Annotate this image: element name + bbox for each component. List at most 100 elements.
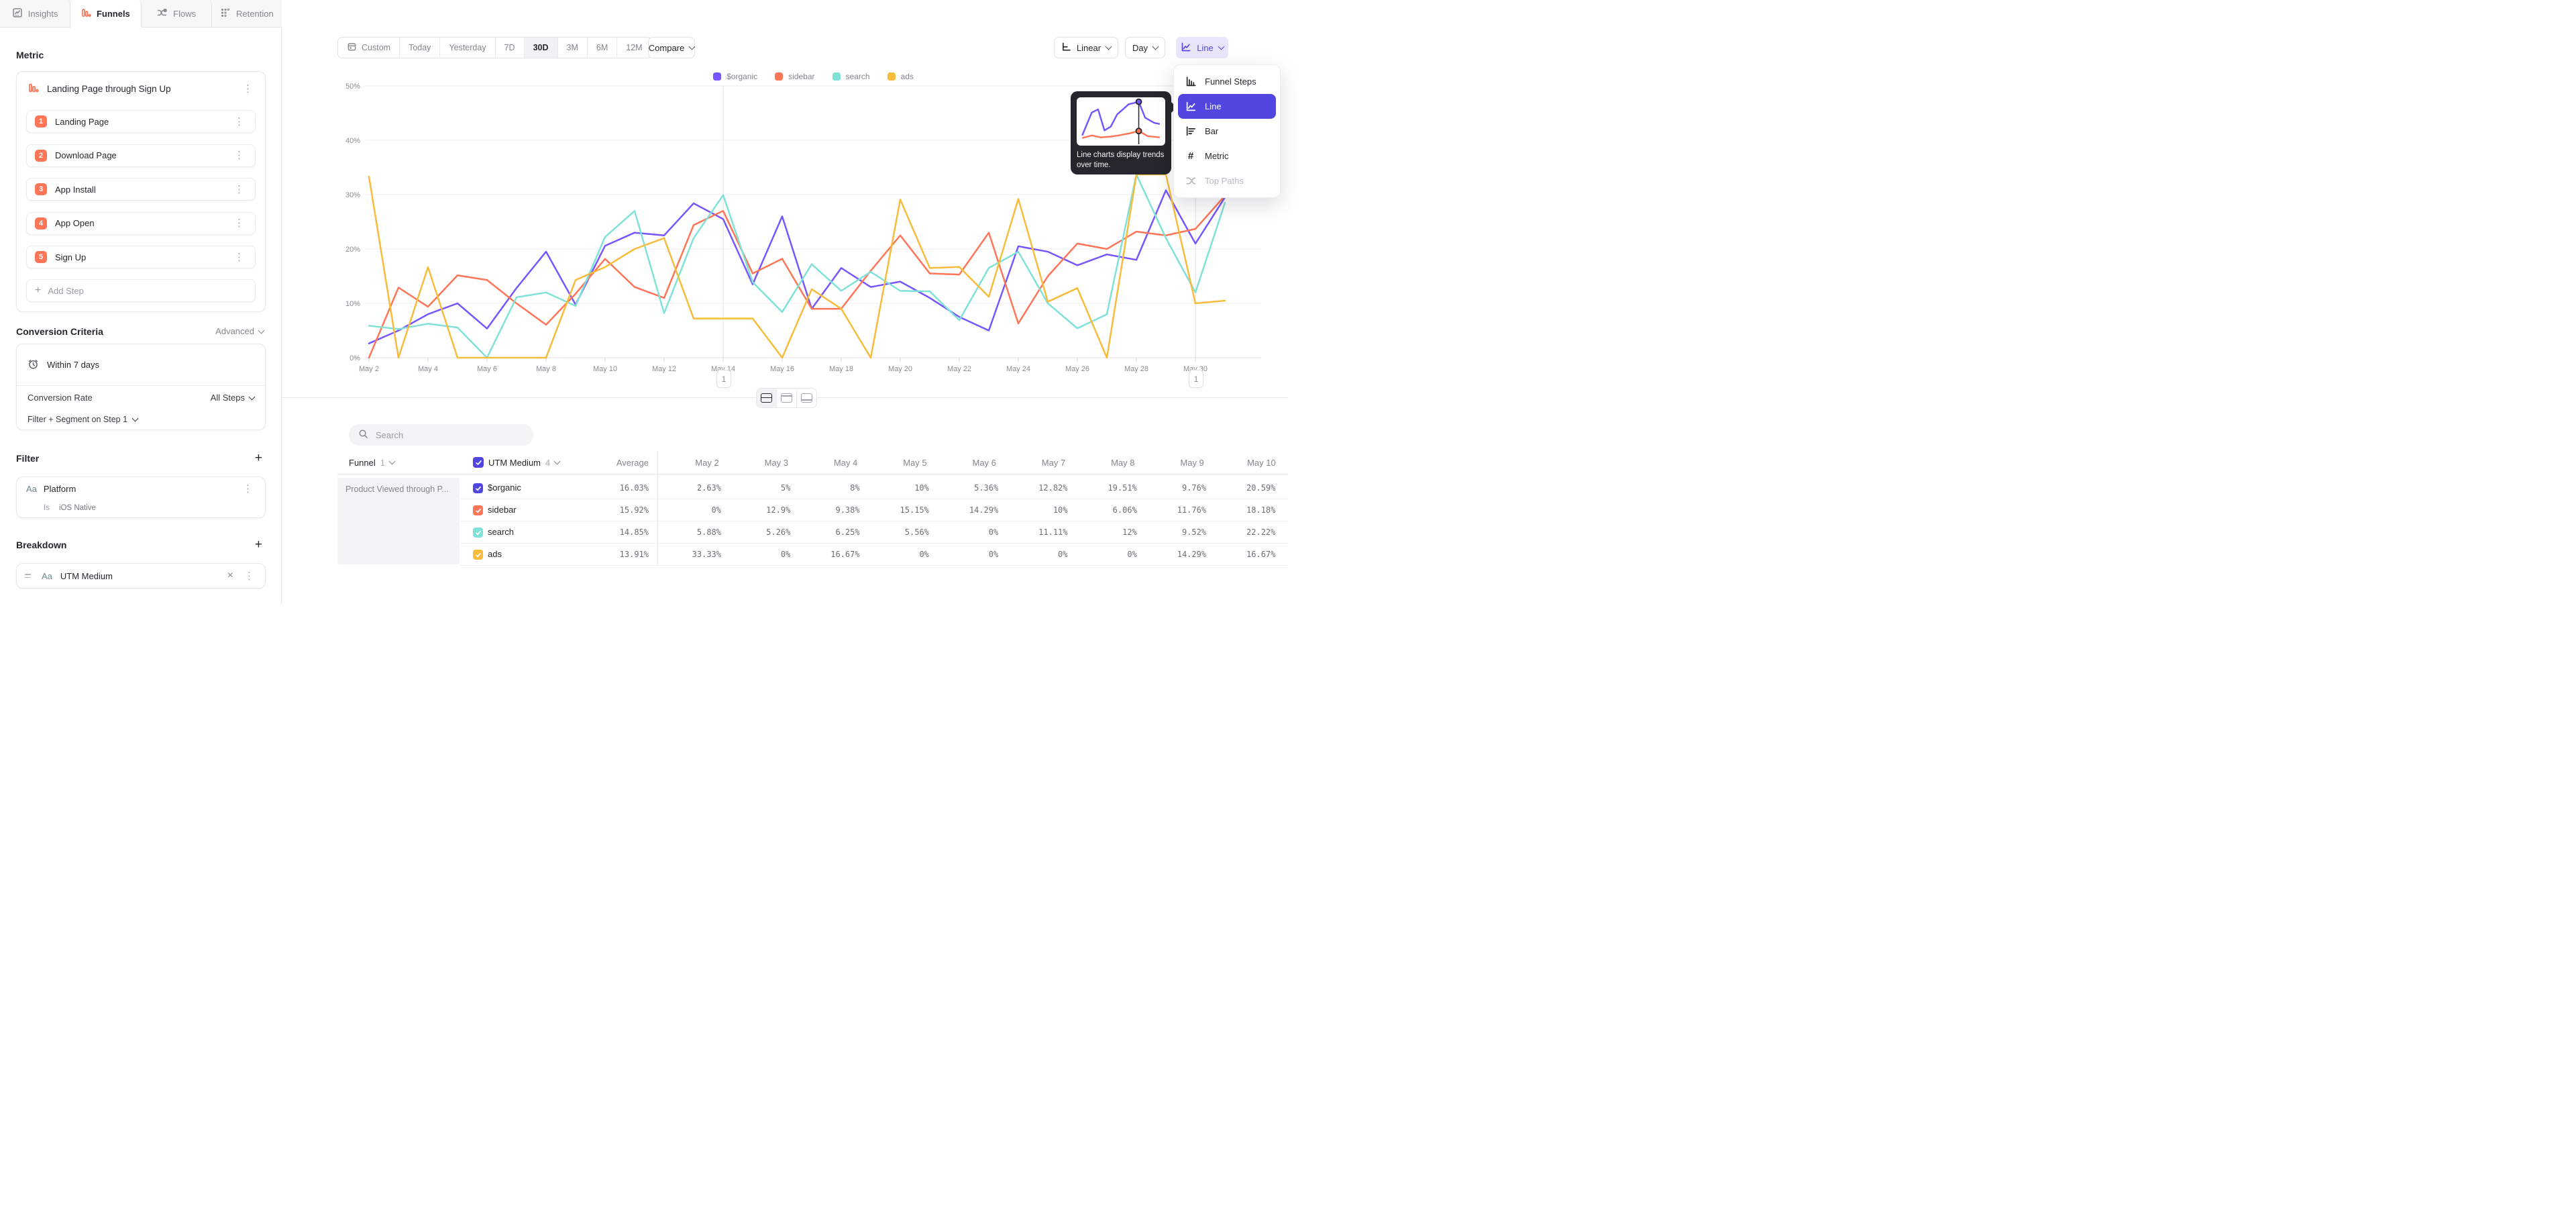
step-number-badge: 4 — [35, 217, 47, 230]
bottom-panel-view-icon — [801, 393, 812, 403]
tab-insights[interactable]: Insights — [0, 0, 70, 27]
split-view-icon — [761, 393, 772, 403]
line-chart-icon — [1185, 101, 1197, 112]
chevron-down-icon — [258, 327, 265, 334]
drag-handle-icon[interactable] — [25, 574, 31, 578]
metric-section-title: Metric — [16, 50, 44, 60]
breakdown-property-name: UTM Medium — [60, 571, 219, 581]
conversion-criteria-card: Within 7 days Conversion Rate All Steps … — [16, 344, 266, 430]
funnels-icon — [81, 7, 91, 20]
chart-type-menu: Funnel StepsLine Bar # Metric Top Paths — [1173, 64, 1281, 198]
conversion-rate-row: Conversion Rate All Steps — [17, 386, 265, 409]
step-kebab-menu[interactable]: ⋮ — [231, 217, 247, 230]
menu-item-bar[interactable]: Bar — [1178, 119, 1276, 144]
filter-segment-dropdown[interactable]: Filter + Segment on Step 1 — [17, 409, 265, 430]
tab-flows[interactable]: Flows — [142, 0, 212, 27]
step-kebab-menu[interactable]: ⋮ — [231, 251, 247, 264]
conversion-rate-dropdown[interactable]: All Steps — [211, 393, 254, 403]
svg-text:May 18: May 18 — [829, 365, 853, 373]
svg-text:50%: 50% — [345, 83, 360, 91]
step-label: Landing Page — [55, 117, 231, 127]
string-type-icon: Aa — [42, 571, 52, 581]
step-number-badge: 5 — [35, 251, 47, 263]
step-label: App Install — [55, 185, 231, 195]
svg-text:May 22: May 22 — [947, 365, 971, 373]
add-step-label: Add Step — [48, 286, 84, 296]
tab-funnels[interactable]: Funnels — [70, 0, 141, 28]
svg-text:May 28: May 28 — [1124, 365, 1148, 373]
metric-card: Landing Page through Sign Up ⋮ 1Landing … — [16, 71, 266, 312]
top-panel-view-button[interactable] — [777, 389, 797, 407]
conversion-window-value: Within 7 days — [47, 360, 99, 370]
svg-text:May 8: May 8 — [536, 365, 556, 373]
funnel-step[interactable]: 4 App Open⋮ — [26, 212, 256, 235]
svg-text:May 20: May 20 — [888, 365, 912, 373]
step-kebab-menu[interactable]: ⋮ — [231, 149, 247, 162]
line-chart-preview — [1077, 97, 1165, 146]
funnel-steps-icon — [1185, 76, 1197, 87]
breakdown-property-row[interactable]: Aa UTM Medium × ⋮ — [17, 564, 265, 588]
filter-kebab-menu[interactable]: ⋮ — [240, 483, 256, 495]
menu-item-top-paths: Top Paths — [1178, 168, 1276, 193]
funnel-step[interactable]: 2 Download Page⋮ — [26, 144, 256, 167]
svg-text:May 24: May 24 — [1006, 365, 1030, 373]
menu-item-label: Metric — [1205, 151, 1228, 161]
conversion-criteria-title: Conversion Criteria — [16, 326, 103, 337]
step-kebab-menu[interactable]: ⋮ — [231, 115, 247, 128]
conversion-window-row[interactable]: Within 7 days — [17, 344, 265, 386]
conversion-rate-label: Conversion Rate — [28, 393, 93, 403]
svg-text:20%: 20% — [345, 246, 360, 254]
split-view-button[interactable] — [757, 389, 777, 407]
step-label: App Open — [55, 218, 231, 228]
menu-item-funnel-steps[interactable]: Funnel Steps — [1178, 69, 1276, 94]
funnel-metric-icon — [28, 83, 39, 95]
step-label: Download Page — [55, 150, 231, 160]
step-number-badge: 2 — [35, 150, 47, 162]
advanced-dropdown[interactable]: Advanced — [215, 326, 264, 336]
filter-card: Aa Platform ⋮ Is iOS Native — [16, 476, 266, 518]
funnel-step[interactable]: 5 Sign Up⋮ — [26, 246, 256, 268]
add-step-button[interactable]: + Add Step — [26, 279, 256, 302]
svg-text:May 16: May 16 — [770, 365, 794, 373]
clock-icon — [28, 358, 39, 372]
metric-kebab-menu[interactable]: ⋮ — [240, 83, 256, 95]
tab-retention[interactable]: Retention — [212, 0, 282, 27]
svg-text:May 12: May 12 — [652, 365, 676, 373]
menu-item-line[interactable]: Line — [1178, 94, 1276, 119]
step-kebab-menu[interactable]: ⋮ — [231, 183, 247, 196]
funnels-app: Metric Landing Page through Sign Up ⋮ 1L… — [0, 0, 1288, 604]
funnel-step[interactable]: 1Landing Page⋮ — [26, 110, 256, 133]
retention-icon — [220, 7, 231, 20]
filter-section-title: Filter — [16, 453, 39, 464]
top-paths-icon — [1185, 175, 1197, 187]
remove-breakdown-icon[interactable]: × — [225, 570, 236, 582]
filter-operator: Is — [44, 504, 50, 512]
svg-text:0%: 0% — [350, 354, 360, 362]
bottom-panel-view-button[interactable] — [797, 389, 816, 407]
chevron-down-icon — [132, 415, 139, 422]
breakdown-section-title: Breakdown — [16, 540, 66, 550]
filter-property-name: Platform — [44, 484, 233, 494]
plus-icon: + — [35, 285, 41, 297]
metric-icon: # — [1185, 150, 1197, 162]
add-filter-button[interactable]: + — [255, 452, 262, 464]
filter-property-row[interactable]: Aa Platform ⋮ — [17, 477, 265, 500]
step-number-badge: 3 — [35, 183, 47, 195]
funnel-metric-title[interactable]: Landing Page through Sign Up — [47, 84, 232, 94]
view-tabbar: Insights Funnels Flows Retention — [0, 0, 282, 28]
menu-item-metric[interactable]: # Metric — [1178, 144, 1276, 168]
sidebar: Metric Landing Page through Sign Up ⋮ 1L… — [0, 0, 282, 604]
funnel-step[interactable]: 3 App Install⋮ — [26, 178, 256, 201]
svg-text:May 6: May 6 — [477, 365, 497, 373]
tooltip-text: Line charts display trends over time. — [1077, 150, 1165, 170]
add-breakdown-button[interactable]: + — [255, 538, 262, 551]
menu-item-label: Bar — [1205, 126, 1218, 136]
annotation-marker[interactable]: 1 — [1189, 370, 1203, 388]
filter-value[interactable]: iOS Native — [59, 504, 96, 512]
top-panel-view-icon — [781, 393, 792, 403]
annotation-marker[interactable]: 1 — [716, 370, 731, 388]
breakdown-kebab-menu[interactable]: ⋮ — [241, 570, 257, 583]
layout-toggle — [756, 388, 817, 408]
step-label: Sign Up — [55, 252, 231, 262]
flows-icon — [156, 7, 168, 20]
